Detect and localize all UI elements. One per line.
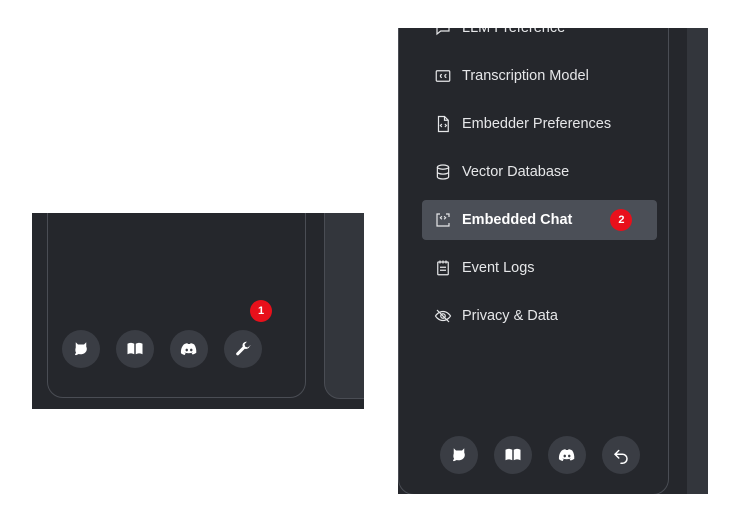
- discord-button[interactable]: [170, 330, 208, 368]
- code-file-icon: [437, 115, 449, 133]
- sidebar-footer: [440, 436, 640, 474]
- wrench-icon: [236, 341, 251, 356]
- menu-item-transcription-model[interactable]: Transcription Model: [422, 56, 657, 96]
- menu-item-llm-preference[interactable]: LLM Preference: [422, 28, 657, 48]
- docs-button[interactable]: [494, 436, 532, 474]
- menu-item-embedder-preferences[interactable]: Embedder Preferences: [422, 104, 657, 144]
- docs-button[interactable]: [116, 330, 154, 368]
- main-content-edge: [687, 28, 708, 494]
- menu-item-vector-database[interactable]: Vector Database: [422, 152, 657, 192]
- left-panel: 1: [32, 213, 364, 409]
- menu-item-label: Transcription Model: [462, 68, 589, 84]
- book-icon: [127, 342, 143, 355]
- sidebar-footer: [62, 330, 262, 368]
- notepad-icon: [437, 260, 449, 276]
- database-icon: [436, 164, 450, 180]
- back-button[interactable]: [602, 436, 640, 474]
- step-badge-2: 2: [610, 209, 633, 231]
- discord-icon: [180, 343, 197, 355]
- chat-icon: [436, 28, 450, 36]
- main-content-edge: [324, 213, 364, 399]
- menu-item-privacy-data[interactable]: Privacy & Data: [422, 296, 657, 336]
- github-icon: [453, 448, 465, 462]
- github-button[interactable]: [62, 330, 100, 368]
- github-icon: [75, 342, 87, 356]
- menu-item-label: Vector Database: [462, 164, 570, 180]
- menu-item-label: LLM Preference: [462, 28, 566, 36]
- menu-item-event-logs[interactable]: Event Logs: [422, 248, 657, 288]
- github-button[interactable]: [440, 436, 478, 474]
- menu-item-label: Event Logs: [462, 260, 535, 276]
- menu-item-label: Privacy & Data: [462, 308, 558, 324]
- discord-button[interactable]: [548, 436, 586, 474]
- embed-icon: [436, 213, 450, 227]
- discord-icon: [558, 449, 575, 461]
- book-icon: [505, 448, 521, 461]
- cc-icon: [435, 70, 451, 82]
- menu-item-label: Embedder Preferences: [462, 116, 612, 132]
- eye-slash-icon: [434, 309, 452, 323]
- step-badge-1: 1: [250, 300, 272, 322]
- menu-item-embedded-chat[interactable]: Embedded Chat 2: [422, 200, 657, 240]
- back-arrow-icon: [614, 449, 628, 464]
- menu-item-label: Embedded Chat: [462, 212, 573, 228]
- right-panel: LLM Preference Transcription Model Embed…: [398, 28, 708, 494]
- settings-button[interactable]: [224, 330, 262, 368]
